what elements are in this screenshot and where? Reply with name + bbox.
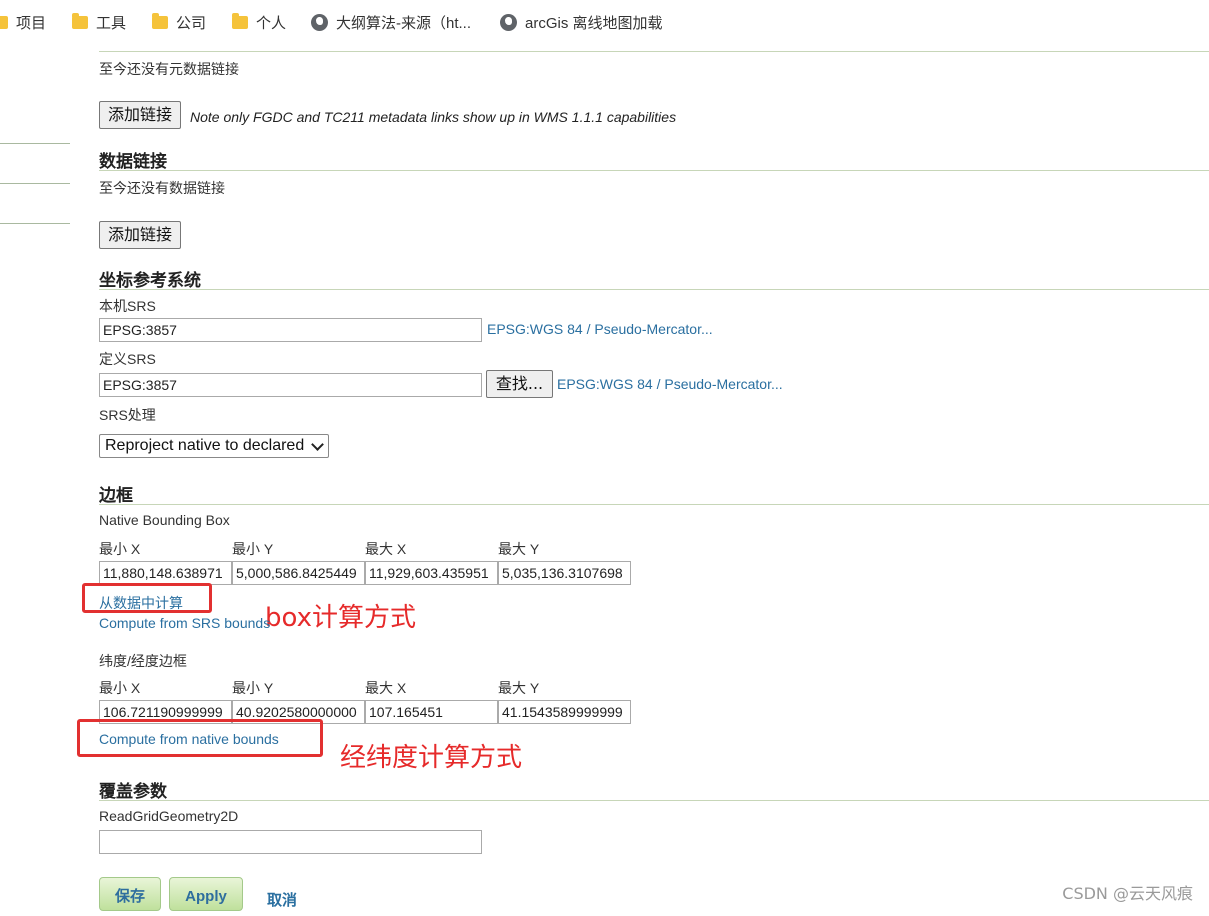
coverage-title: 覆盖参数 <box>99 782 167 801</box>
bookmark-label: 工具 <box>96 14 127 32</box>
native-maxy-header: 最大 Y <box>498 541 540 557</box>
native-srs-link[interactable]: EPSG:WGS 84 / Pseudo-Mercator... <box>487 321 713 337</box>
annotation-latlon-highlight <box>77 719 323 757</box>
native-miny-input[interactable]: 5,000,586.8425449 <box>232 561 365 585</box>
read-grid-geometry-label: ReadGridGeometry2D <box>99 808 239 824</box>
sidebar-divider <box>0 183 70 184</box>
add-data-link-button[interactable]: 添加链接 <box>99 221 182 249</box>
section-divider <box>99 289 1209 290</box>
bookmark-label: 大纲算法-来源（ht... <box>336 14 472 32</box>
latlon-bbox-label: 纬度/经度边框 <box>99 653 187 669</box>
annotation-latlon-method: 经纬度计算方式 <box>340 743 523 773</box>
folder-icon <box>232 12 248 29</box>
folder-icon <box>152 12 168 29</box>
bookmark-label: 公司 <box>176 14 207 32</box>
section-divider <box>99 170 1209 171</box>
folder-icon <box>72 12 88 29</box>
sidebar-divider <box>0 223 70 224</box>
declared-srs-link[interactable]: EPSG:WGS 84 / Pseudo-Mercator... <box>557 376 783 392</box>
native-srs-input[interactable]: EPSG:3857 <box>99 318 482 342</box>
declared-srs-input[interactable]: EPSG:3857 <box>99 373 482 397</box>
bookmark-tools[interactable]: 工具 <box>72 12 126 32</box>
globe-icon <box>500 13 517 31</box>
add-metadata-link-button[interactable]: 添加链接 <box>99 101 182 129</box>
latlon-maxx-header: 最大 X <box>365 680 407 696</box>
native-maxx-input[interactable]: 11,929,603.435951 <box>365 561 498 585</box>
read-grid-geometry-input[interactable] <box>99 830 482 854</box>
bookmark-label: arcGis 离线地图加载 <box>525 14 663 32</box>
apply-button[interactable]: Apply <box>169 877 243 911</box>
native-srs-label: 本机SRS <box>99 298 156 314</box>
latlon-minx-header: 最小 X <box>99 680 141 696</box>
latlon-miny-header: 最小 Y <box>232 680 274 696</box>
chevron-down-icon <box>311 438 325 451</box>
latlon-maxy-header: 最大 Y <box>498 680 540 696</box>
bookmark-label: 个人 <box>256 14 287 32</box>
srs-handling-select[interactable]: Reproject native to declared <box>99 434 330 458</box>
save-button[interactable]: 保存 <box>99 877 161 911</box>
native-miny-header: 最小 Y <box>232 541 274 557</box>
native-minx-header: 最小 X <box>99 541 141 557</box>
crs-title: 坐标参考系统 <box>99 271 201 290</box>
bookmark-arcgis[interactable]: arcGis 离线地图加载 <box>500 12 663 32</box>
section-divider <box>99 800 1209 801</box>
metadata-note: Note only FGDC and TC211 metadata links … <box>190 109 677 125</box>
data-links-title: 数据链接 <box>99 152 167 171</box>
globe-icon <box>311 13 328 31</box>
data-links-empty: 至今还没有数据链接 <box>99 180 225 196</box>
compute-from-srs-link[interactable]: Compute from SRS bounds <box>99 615 270 631</box>
latlon-maxx-input[interactable]: 107.165451 <box>365 700 498 724</box>
native-maxy-input[interactable]: 5,035,136.3107698 <box>498 561 631 585</box>
bookmark-projects[interactable]: 项目 <box>0 12 46 32</box>
annotation-box-method: box计算方式 <box>265 603 416 633</box>
cancel-link[interactable]: 取消 <box>267 889 297 910</box>
watermark: CSDN @云天风痕 <box>1062 884 1193 903</box>
annotation-box-highlight <box>82 583 212 613</box>
native-minx-input[interactable]: 11,880,148.638971 <box>99 561 232 585</box>
bookmark-personal[interactable]: 个人 <box>232 12 286 32</box>
sidebar-divider <box>0 143 70 144</box>
folder-icon <box>0 15 8 29</box>
bookmark-algorithm[interactable]: 大纲算法-来源（ht... <box>311 12 471 32</box>
latlon-maxy-input[interactable]: 41.1543589999999 <box>498 700 631 724</box>
section-divider <box>99 504 1209 505</box>
bookmark-company[interactable]: 公司 <box>152 12 206 32</box>
metadata-links-empty: 至今还没有元数据链接 <box>99 61 239 77</box>
native-bbox-label: Native Bounding Box <box>99 512 230 528</box>
section-divider <box>99 51 1209 52</box>
native-maxx-header: 最大 X <box>365 541 407 557</box>
srs-handling-label: SRS处理 <box>99 407 156 423</box>
bbox-title: 边框 <box>99 486 133 505</box>
bookmark-label: 项目 <box>16 14 47 32</box>
find-srs-button[interactable]: 查找... <box>486 370 553 398</box>
declared-srs-label: 定义SRS <box>99 351 156 367</box>
srs-handling-value: Reproject native to declared <box>105 437 305 454</box>
bookmarks-bar: 项目 工具 公司 个人 大纲算法-来源（ht... arcGis 离线地图加载 <box>0 0 1209 44</box>
